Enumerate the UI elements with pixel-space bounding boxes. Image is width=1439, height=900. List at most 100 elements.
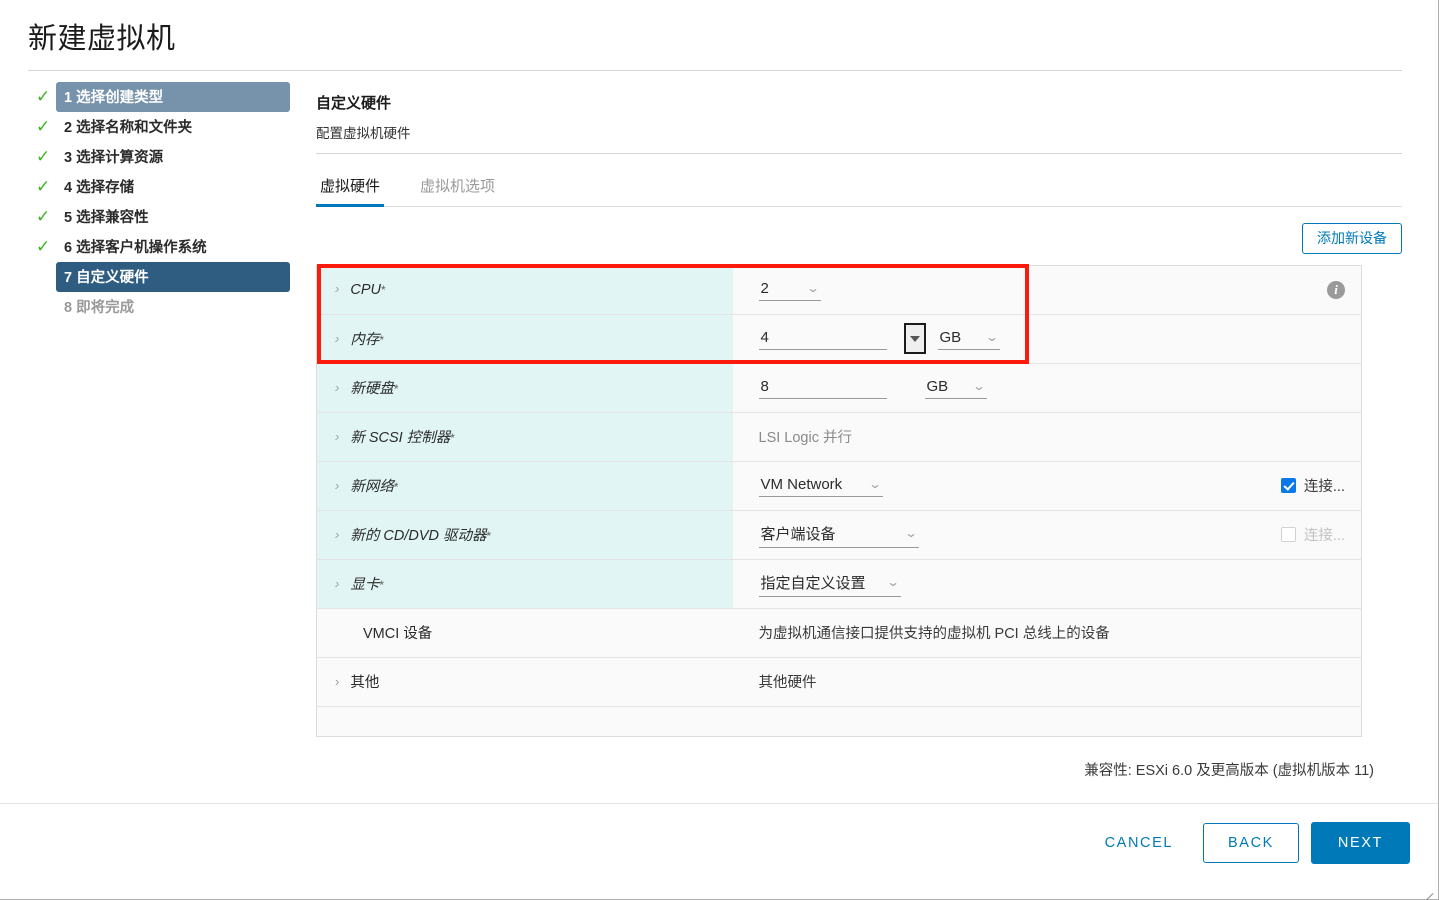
network-connect-checkbox-wrap[interactable]: 连接... <box>1280 475 1345 496</box>
sidebar-step-4[interactable]: ✓ 4 选择存储 <box>0 172 292 202</box>
sidebar-step-8[interactable]: 8 即将完成 <box>0 292 292 322</box>
memory-unit-dropdown-button[interactable] <box>903 323 926 355</box>
chevron-right-icon[interactable]: › <box>335 478 339 493</box>
hardware-row-value-vmci-device: 为虚拟机通信接口提供支持的虚拟机 PCI 总线上的设备 <box>733 608 1362 657</box>
chevron-down-icon: ⌄ <box>904 526 919 541</box>
caret-down-icon <box>909 335 920 342</box>
wizard-content-panel: 自定义硬件 配置虚拟机硬件 虚拟硬件 虚拟机选项 添加新设备 › CPU* 2 … <box>292 71 1438 780</box>
hardware-row-label-cpu[interactable]: › CPU* <box>316 265 733 315</box>
next-button[interactable]: NEXT <box>1310 821 1410 864</box>
network-connect-checkbox[interactable] <box>1280 478 1296 494</box>
hardware-row-value-video-card: 指定自定义设置 ⌄ <box>733 559 1163 608</box>
required-mark: * <box>393 480 399 495</box>
sidebar-step-8-label: 8 即将完成 <box>64 299 135 316</box>
table-row[interactable]: › 新 SCSI 控制器* LSI Logic 并行 <box>316 412 1362 462</box>
table-row[interactable]: › 显卡* 指定自定义设置 ⌄ <box>316 559 1362 609</box>
video-card-value: 指定自定义设置 <box>760 574 866 592</box>
cd-dvd-connect-label: 连接... <box>1303 528 1345 545</box>
hardware-row-label-video-card[interactable]: › 显卡* <box>316 559 733 609</box>
row-name: CPU <box>350 281 381 298</box>
chevron-right-icon[interactable]: › <box>335 576 339 591</box>
row-name: 新硬盘 <box>350 381 394 398</box>
table-row-filler <box>316 706 1362 737</box>
hardware-row-label-new-hard-disk[interactable]: › 新硬盘* <box>316 363 733 413</box>
video-card-select[interactable]: 指定自定义设置 ⌄ <box>758 571 901 597</box>
add-new-device-button[interactable]: 添加新设备 <box>1302 222 1402 254</box>
hardware-row-label-memory[interactable]: › 内存* <box>316 314 733 364</box>
disk-size-value: 8 <box>760 377 769 395</box>
required-mark: * <box>379 333 385 348</box>
memory-unit-select[interactable]: GB ⌄ <box>937 328 1000 350</box>
sidebar-step-7[interactable]: 7 自定义硬件 <box>0 261 292 292</box>
disk-unit-select[interactable]: GB ⌄ <box>924 377 987 399</box>
chevron-right-icon[interactable]: › <box>335 281 339 296</box>
tab-vm-options[interactable]: 虚拟机选项 <box>416 167 499 207</box>
table-row: VMCI 设备 为虚拟机通信接口提供支持的虚拟机 PCI 总线上的设备 <box>316 608 1362 658</box>
hardware-row-extra-video-card <box>1163 559 1362 608</box>
back-button[interactable]: BACK <box>1203 822 1299 863</box>
chevron-right-icon[interactable]: › <box>335 527 339 542</box>
hardware-row-extra-new-scsi-controller <box>1163 412 1362 461</box>
hardware-row-extra-cpu: i <box>1163 265 1362 314</box>
table-row[interactable]: › 其他 其他硬件 <box>316 657 1362 707</box>
row-name: VMCI 设备 <box>363 626 433 643</box>
tab-virtual-hardware[interactable]: 虚拟硬件 <box>316 167 385 207</box>
table-row[interactable]: › CPU* 2 ⌄ i <box>316 265 1362 315</box>
new-vm-wizard-dialog: 新建虚拟机 ✓ 1 选择创建类型 ✓ 2 选择名称和文件夹 ✓ 3 选择计算资源… <box>0 0 1439 900</box>
hardware-table-wrapper: › CPU * 2 ⌄ i › 内存* 4 GB ⌄ › 新硬盘* 8 GB ⌄ … <box>316 263 1402 737</box>
chevron-right-icon[interactable]: › <box>335 380 339 395</box>
hardware-row-label-new-network[interactable]: › 新网络* <box>316 461 733 511</box>
sidebar-step-5-label: 5 选择兼容性 <box>64 209 149 226</box>
chevron-down-icon: ⌄ <box>972 379 987 394</box>
cancel-button[interactable]: CANCEL <box>1087 825 1191 861</box>
disk-size-input[interactable]: 8 ⌄ <box>758 377 887 399</box>
hardware-row-value-memory: 4 ⌄ GB ⌄ <box>733 314 1163 363</box>
sidebar-step-2[interactable]: ✓ 2 选择名称和文件夹 <box>0 112 292 142</box>
table-row[interactable]: › 新网络* VM Network ⌄ 连接... <box>316 461 1362 511</box>
hardware-row-label-new-scsi-controller[interactable]: › 新 SCSI 控制器* <box>316 412 733 462</box>
table-row[interactable]: › 新硬盘* 8 ⌄ GB ⌄ <box>316 363 1362 413</box>
hardware-row-value-new-network: VM Network ⌄ <box>733 461 1163 510</box>
checkmark-icon: ✓ <box>36 176 51 196</box>
chevron-right-icon[interactable]: › <box>335 331 339 346</box>
hardware-row-label-new-cd-dvd-drive[interactable]: › 新的 CD/DVD 驱动器* <box>316 510 733 560</box>
cd-dvd-connect-checkbox-wrap: 连接... <box>1280 524 1345 545</box>
row-name: 新网络 <box>350 479 394 496</box>
chevron-down-icon: ⌄ <box>806 281 821 296</box>
cd-dvd-select[interactable]: 客户端设备 ⌄ <box>758 522 919 548</box>
disk-unit-value: GB <box>926 377 949 395</box>
checkmark-icon: ✓ <box>36 116 51 136</box>
table-row[interactable]: › 内存* 4 ⌄ <box>316 314 1362 364</box>
required-mark: * <box>379 578 385 593</box>
sidebar-step-6[interactable]: ✓ 6 选择客户机操作系统 <box>0 232 292 262</box>
sidebar-step-1[interactable]: ✓ 1 选择创建类型 <box>0 81 292 112</box>
cpu-count-select[interactable]: 2 ⌄ <box>758 279 821 301</box>
page-title: 新建虚拟机 <box>28 23 176 55</box>
checkmark-icon: ✓ <box>36 86 51 106</box>
sidebar-step-6-label: 6 选择客户机操作系统 <box>64 239 207 256</box>
memory-size-value: 4 <box>760 328 769 346</box>
sidebar-step-5[interactable]: ✓ 5 选择兼容性 <box>0 202 292 232</box>
row-name: 新的 CD/DVD 驱动器 <box>350 528 487 545</box>
cpu-count-value: 2 <box>760 279 769 297</box>
filler-value <box>733 706 1362 736</box>
info-icon[interactable]: i <box>1327 280 1345 299</box>
wizard-action-bar: CANCEL BACK NEXT <box>0 804 1438 864</box>
table-row[interactable]: › 新的 CD/DVD 驱动器* 客户端设备 ⌄ 连接... <box>316 510 1362 560</box>
chevron-right-icon[interactable]: › <box>335 429 339 444</box>
sidebar-step-3[interactable]: ✓ 3 选择计算资源 <box>0 142 292 172</box>
chevron-right-icon[interactable]: › <box>335 674 339 689</box>
resize-handle[interactable] <box>1421 882 1434 900</box>
hardware-row-value-new-cd-dvd-drive: 客户端设备 ⌄ <box>733 510 1163 559</box>
sidebar-step-7-label: 7 自定义硬件 <box>56 261 290 292</box>
network-select[interactable]: VM Network ⌄ <box>758 475 883 497</box>
cd-dvd-connect-checkbox <box>1280 527 1296 543</box>
hardware-tabs: 虚拟硬件 虚拟机选项 <box>316 167 1402 207</box>
memory-size-input[interactable]: 4 ⌄ <box>758 328 887 350</box>
hardware-toolbar: 添加新设备 <box>316 222 1402 254</box>
panel-heading: 自定义硬件 <box>316 94 392 112</box>
hardware-row-value-new-hard-disk: 8 ⌄ GB ⌄ <box>733 363 1163 412</box>
panel-divider <box>316 152 1402 154</box>
checkmark-icon: ✓ <box>36 236 51 256</box>
hardware-row-label-other[interactable]: › 其他 <box>316 657 733 707</box>
